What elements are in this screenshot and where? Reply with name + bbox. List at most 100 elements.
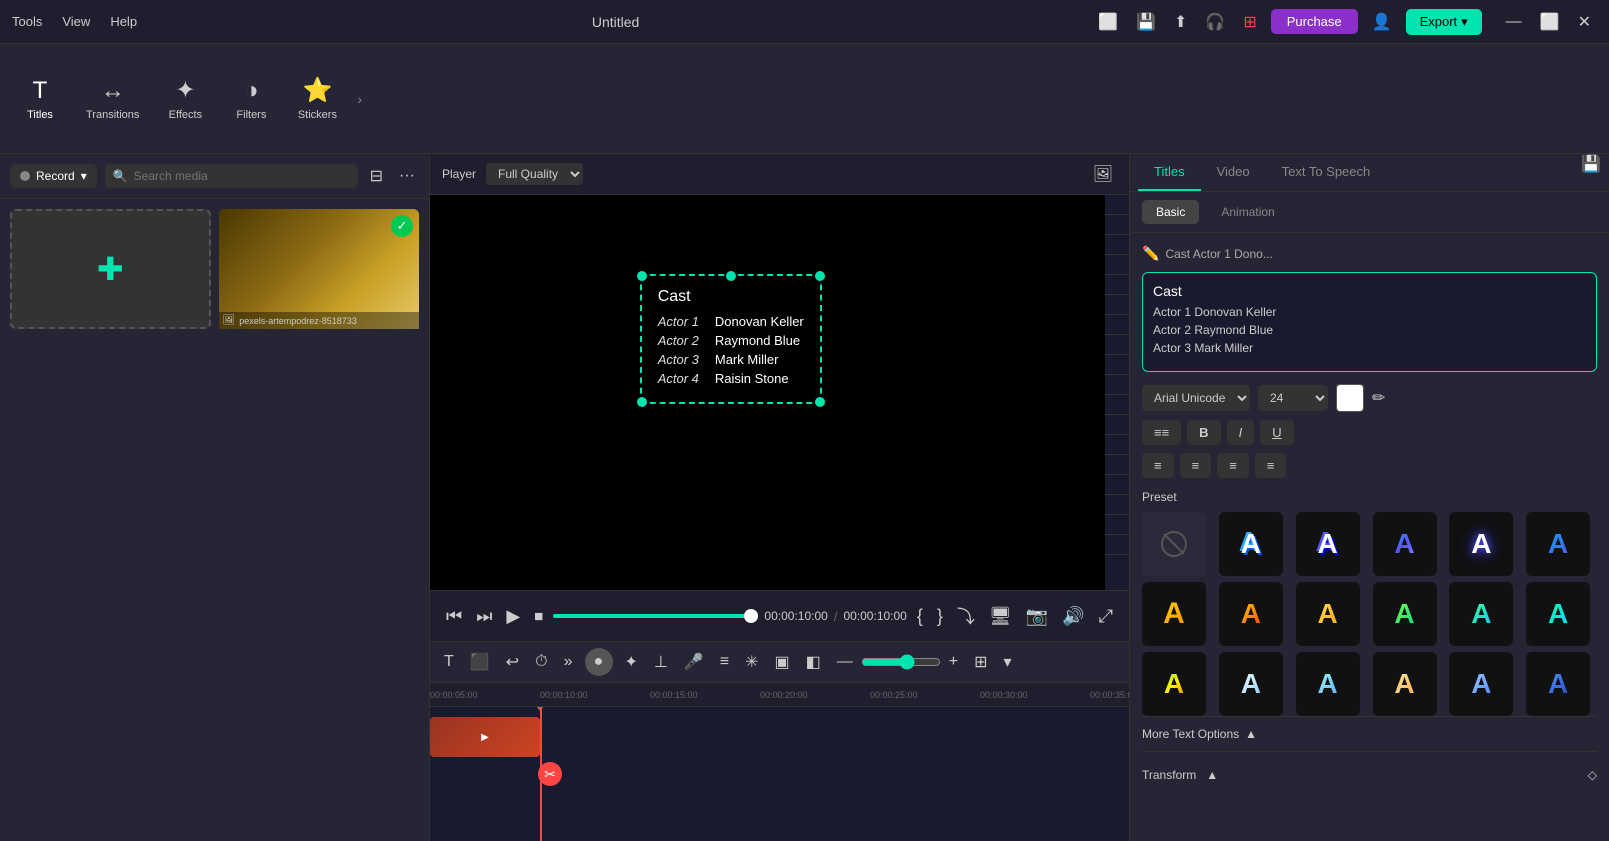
fullscreen-player-icon[interactable]: ⤢: [1095, 602, 1117, 631]
menu-view[interactable]: View: [62, 14, 90, 29]
align-left-button[interactable]: ≡: [1142, 453, 1174, 478]
preset-7[interactable]: A: [1219, 582, 1283, 646]
transform-row[interactable]: Transform ▲ ◇: [1142, 760, 1597, 790]
preset-5[interactable]: A: [1526, 512, 1590, 576]
handle-tr[interactable]: [815, 271, 825, 281]
play-button[interactable]: ▶: [502, 602, 524, 631]
align-justify-button[interactable]: ≡: [1255, 453, 1287, 478]
more-text-options[interactable]: More Text Options ▲: [1142, 716, 1597, 752]
rect-tool-button[interactable]: ⬛: [466, 648, 494, 676]
scrub-tick[interactable]: [1105, 295, 1129, 315]
text-edit-area[interactable]: Cast Actor 1 Donovan Keller Actor 2 Raym…: [1142, 272, 1597, 372]
scrub-tick[interactable]: [1105, 535, 1129, 555]
progress-bar[interactable]: [553, 614, 758, 618]
upload-icon[interactable]: ⬆: [1170, 8, 1191, 36]
handle-top[interactable]: [726, 271, 736, 281]
insert-icon[interactable]: ⤵: [953, 599, 979, 633]
subtab-basic[interactable]: Basic: [1142, 200, 1199, 224]
step-forward-button[interactable]: ⏭: [472, 602, 496, 631]
preset-16[interactable]: A: [1449, 652, 1513, 716]
effects-tl-button[interactable]: ✦: [621, 648, 642, 676]
menu-help[interactable]: Help: [110, 14, 137, 29]
sort-button[interactable]: ≡: [716, 649, 733, 675]
preset-10[interactable]: A: [1449, 582, 1513, 646]
preset-15[interactable]: A: [1373, 652, 1437, 716]
italic-button[interactable]: I: [1227, 420, 1255, 445]
align-right-button[interactable]: ≡: [1217, 453, 1249, 478]
preset-3[interactable]: A: [1373, 512, 1437, 576]
grid-view-button[interactable]: ⊞: [970, 648, 991, 676]
scrub-tick[interactable]: [1105, 475, 1129, 495]
format-columns-button[interactable]: ≡≡: [1142, 420, 1181, 445]
preset-14[interactable]: A: [1296, 652, 1360, 716]
save-cloud-icon[interactable]: 💾: [1132, 8, 1160, 36]
toolbar-titles[interactable]: T Titles: [10, 71, 70, 127]
player-image-icon[interactable]: 🖼: [1089, 160, 1117, 188]
preset-4[interactable]: A: [1449, 512, 1513, 576]
scrub-tick[interactable]: [1105, 515, 1129, 535]
underline-button[interactable]: U: [1260, 420, 1293, 445]
minimize-button[interactable]: —: [1500, 10, 1528, 34]
filter-icon[interactable]: ⊟: [366, 162, 387, 190]
bold-button[interactable]: B: [1187, 420, 1220, 445]
tab-video[interactable]: Video: [1201, 154, 1266, 191]
menu-tools[interactable]: Tools: [12, 14, 42, 29]
voiceover-button[interactable]: 🎤: [680, 648, 708, 676]
skip-back-button[interactable]: ⏮: [442, 602, 466, 631]
apps-icon[interactable]: ⊞: [1239, 8, 1260, 36]
track-clip[interactable]: ▶: [430, 717, 540, 757]
handle-bl[interactable]: [637, 397, 647, 407]
more-options-icon[interactable]: ···: [395, 163, 419, 189]
mark-out-button[interactable]: }: [933, 602, 947, 631]
search-input[interactable]: [134, 169, 350, 183]
handle-tl[interactable]: [637, 271, 647, 281]
preset-none[interactable]: [1142, 512, 1206, 576]
toolbar-more-icon[interactable]: ›: [353, 87, 366, 111]
headphone-icon[interactable]: 🎧: [1201, 8, 1229, 36]
preset-9[interactable]: A: [1373, 582, 1437, 646]
preset-1[interactable]: A: [1219, 512, 1283, 576]
close-button[interactable]: ✕: [1572, 10, 1597, 34]
scrub-tick[interactable]: [1105, 495, 1129, 515]
keyframe-button[interactable]: ◧: [802, 648, 825, 676]
record-tl-button[interactable]: ●: [585, 648, 613, 676]
color-picker-icon[interactable]: ✏: [1372, 388, 1385, 408]
scrub-tick[interactable]: [1105, 335, 1129, 355]
toolbar-effects[interactable]: ✦ Effects: [155, 70, 215, 127]
font-size-select[interactable]: 24: [1258, 385, 1328, 411]
scrub-tick[interactable]: [1105, 355, 1129, 375]
sparkle-button[interactable]: ✳: [741, 648, 762, 676]
media-item[interactable]: 🖼 pexels-artempodrez-8518733 ✓: [219, 209, 420, 831]
scrub-tick[interactable]: [1105, 215, 1129, 235]
quality-select[interactable]: Full Quality: [486, 163, 583, 185]
align-center-button[interactable]: ≡: [1180, 453, 1212, 478]
media-add-button[interactable]: ✚: [10, 209, 211, 329]
text-overlay-box[interactable]: Cast Actor 1 Donovan Keller Actor 2 Raym…: [640, 274, 822, 404]
undo-button[interactable]: ↩: [502, 648, 523, 676]
scrub-tick[interactable]: [1105, 195, 1129, 215]
toolbar-stickers[interactable]: ⭐ Stickers: [287, 70, 347, 127]
scrub-tick[interactable]: [1105, 315, 1129, 335]
preset-12[interactable]: A: [1142, 652, 1206, 716]
scrub-tick[interactable]: [1105, 275, 1129, 295]
purchase-button[interactable]: Purchase: [1271, 9, 1358, 34]
record-button[interactable]: Record ▾: [10, 164, 97, 188]
text-tool-button[interactable]: T: [440, 649, 458, 675]
subtab-animation[interactable]: Animation: [1207, 200, 1288, 224]
color-swatch[interactable]: [1336, 384, 1364, 412]
maximize-button[interactable]: ⬜: [1534, 10, 1566, 34]
camera-icon[interactable]: 📷: [1022, 602, 1052, 631]
scrub-tick[interactable]: [1105, 435, 1129, 455]
tab-titles[interactable]: Titles: [1138, 154, 1201, 191]
progress-thumb[interactable]: [744, 609, 758, 623]
volume-icon[interactable]: 🔊: [1058, 602, 1088, 631]
scrub-tick[interactable]: [1105, 375, 1129, 395]
profile-icon[interactable]: 👤: [1368, 8, 1396, 36]
preset-17[interactable]: A: [1526, 652, 1590, 716]
font-select[interactable]: Arial Unicode: [1142, 385, 1250, 411]
export-button[interactable]: Export ▾: [1406, 9, 1482, 35]
preset-2[interactable]: A: [1296, 512, 1360, 576]
scrub-tick[interactable]: [1105, 415, 1129, 435]
zoom-in-button[interactable]: +: [945, 649, 962, 675]
preset-8[interactable]: A: [1296, 582, 1360, 646]
